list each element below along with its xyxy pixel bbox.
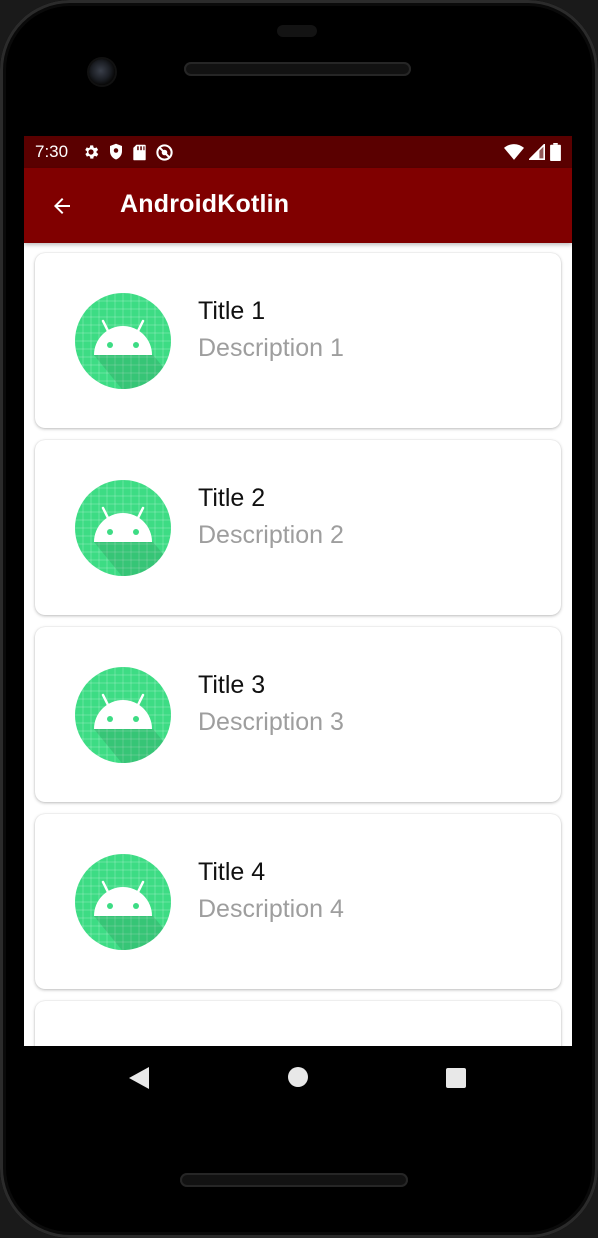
item-description: Description 1 [198, 334, 344, 362]
status-time: 7:30 [35, 142, 69, 161]
nav-home-icon[interactable] [288, 1067, 308, 1087]
list-item-card-partial[interactable] [35, 1001, 561, 1046]
sync-disabled-icon [156, 143, 173, 161]
proximity-sensor [277, 25, 317, 37]
item-title: Title 2 [198, 484, 266, 512]
earpiece-speaker [184, 62, 411, 76]
list-item-card[interactable]: Title 1 Description 1 [35, 253, 561, 428]
settings-icon [85, 145, 99, 159]
list-item-card[interactable]: Title 3 Description 3 [35, 627, 561, 802]
nav-recents-icon[interactable] [446, 1068, 466, 1088]
list-item-card[interactable]: Title 2 Description 2 [35, 440, 561, 615]
item-description: Description 3 [198, 708, 344, 736]
battery-icon [550, 143, 561, 161]
phone-frame: 7:30 AndroidKotlin Title 1 Description 1… [0, 0, 598, 1238]
item-title: Title 4 [198, 858, 266, 886]
item-title: Title 1 [198, 297, 266, 325]
item-title: Title 3 [198, 671, 266, 699]
status-notification-icons [82, 143, 174, 162]
android-icon [75, 480, 171, 576]
item-description: Description 2 [198, 521, 344, 549]
arrow-back-icon [54, 198, 70, 214]
navigation-bar [24, 1046, 572, 1110]
wifi-icon [504, 144, 524, 160]
item-description: Description 4 [198, 895, 344, 923]
android-icon [75, 667, 171, 763]
shield-icon [110, 143, 123, 160]
android-icon [75, 293, 171, 389]
front-camera [89, 59, 115, 85]
nav-back-icon[interactable] [128, 1066, 150, 1090]
list-item-card[interactable]: Title 4 Description 4 [35, 814, 561, 989]
android-icon [75, 854, 171, 950]
status-system-icons [504, 143, 561, 161]
status-bar: 7:30 [24, 136, 572, 168]
cell-signal-icon [529, 144, 545, 160]
sd-card-icon [133, 144, 146, 160]
back-button[interactable] [48, 192, 76, 220]
app-bar: AndroidKotlin [24, 168, 572, 243]
screen: 7:30 AndroidKotlin Title 1 Description 1… [24, 136, 572, 1046]
bottom-speaker [180, 1173, 408, 1187]
app-title: AndroidKotlin [120, 190, 290, 218]
